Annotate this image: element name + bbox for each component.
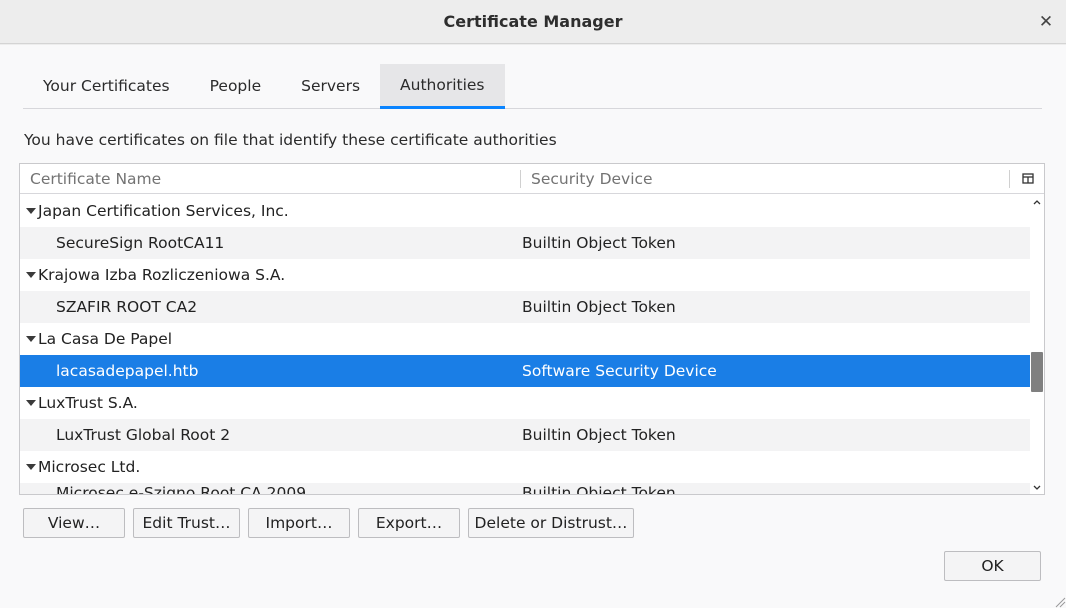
cert-device: Builtin Object Token: [522, 298, 676, 316]
tree-cert-row[interactable]: SecureSign RootCA11 Builtin Object Token: [20, 227, 1030, 259]
scroll-up-arrow-icon[interactable]: [1032, 197, 1042, 207]
tab-bar: Your Certificates People Servers Authori…: [23, 64, 1042, 109]
expand-twisty-icon[interactable]: [26, 208, 36, 214]
column-header-security-device[interactable]: Security Device: [531, 164, 653, 194]
scroll-down-arrow-icon[interactable]: [1032, 483, 1042, 493]
column-separator: [1009, 170, 1010, 188]
tree-group-row[interactable]: Krajowa Izba Rozliczeniowa S.A.: [20, 259, 1030, 291]
view-button[interactable]: View…: [23, 508, 125, 538]
edit-trust-button[interactable]: Edit Trust…: [133, 508, 240, 538]
tab-servers[interactable]: Servers: [281, 64, 380, 109]
cert-name: Microsec e-Szigno Root CA 2009: [56, 484, 307, 495]
tab-people[interactable]: People: [190, 64, 282, 109]
column-separator[interactable]: [520, 170, 521, 188]
expand-twisty-icon[interactable]: [26, 464, 36, 470]
tree-header: Certificate Name Security Device: [20, 164, 1044, 194]
group-name: Krajowa Izba Rozliczeniowa S.A.: [38, 266, 286, 284]
certificate-tree[interactable]: Certificate Name Security Device Japan C…: [19, 163, 1045, 495]
dialog-content: Your Certificates People Servers Authori…: [0, 45, 1066, 608]
tree-group-row[interactable]: La Casa De Papel: [20, 323, 1030, 355]
export-button[interactable]: Export…: [358, 508, 460, 538]
expand-twisty-icon[interactable]: [26, 400, 36, 406]
title-bar: Certificate Manager ✕: [0, 0, 1066, 44]
tab-your-certificates[interactable]: Your Certificates: [23, 64, 190, 109]
tree-group-row[interactable]: LuxTrust S.A.: [20, 387, 1030, 419]
group-name: Microsec Ltd.: [38, 458, 141, 476]
expand-twisty-icon[interactable]: [26, 272, 36, 278]
cert-device: Builtin Object Token: [522, 484, 676, 495]
tree-cert-row[interactable]: SZAFIR ROOT CA2 Builtin Object Token: [20, 291, 1030, 323]
cert-name: lacasadepapel.htb: [56, 362, 199, 380]
column-header-certificate-name[interactable]: Certificate Name: [30, 164, 161, 194]
tree-cert-row[interactable]: LuxTrust Global Root 2 Builtin Object To…: [20, 419, 1030, 451]
description-text: You have certificates on file that ident…: [24, 131, 557, 149]
cert-name: SZAFIR ROOT CA2: [56, 298, 198, 316]
group-name: LuxTrust S.A.: [38, 394, 138, 412]
ok-button[interactable]: OK: [944, 551, 1041, 581]
vertical-scrollbar[interactable]: [1030, 195, 1044, 494]
cert-name: SecureSign RootCA11: [56, 234, 225, 252]
tree-group-row[interactable]: Microsec Ltd.: [20, 451, 1030, 483]
group-name: La Casa De Papel: [38, 330, 173, 348]
close-icon[interactable]: ✕: [1034, 10, 1058, 34]
cert-device: Builtin Object Token: [522, 234, 676, 252]
tree-group-row[interactable]: Japan Certification Services, Inc.: [20, 195, 1030, 227]
cert-device: Software Security Device: [522, 362, 717, 380]
tab-authorities[interactable]: Authorities: [380, 64, 505, 109]
import-button[interactable]: Import…: [248, 508, 350, 538]
delete-or-distrust-button[interactable]: Delete or Distrust…: [468, 508, 634, 538]
cert-name: LuxTrust Global Root 2: [56, 426, 231, 444]
window-title: Certificate Manager: [443, 12, 623, 31]
tree-cert-row-selected[interactable]: lacasadepapel.htb Software Security Devi…: [20, 355, 1030, 387]
cert-device: Builtin Object Token: [522, 426, 676, 444]
scrollbar-thumb[interactable]: [1031, 352, 1043, 392]
expand-twisty-icon[interactable]: [26, 336, 36, 342]
tree-cert-row[interactable]: Microsec e-Szigno Root CA 2009 Builtin O…: [20, 483, 1030, 495]
column-picker-icon[interactable]: [1020, 171, 1036, 187]
group-name: Japan Certification Services, Inc.: [38, 202, 289, 220]
resize-grip-icon[interactable]: [1052, 594, 1066, 608]
tree-rows: Japan Certification Services, Inc. Secur…: [20, 195, 1030, 495]
